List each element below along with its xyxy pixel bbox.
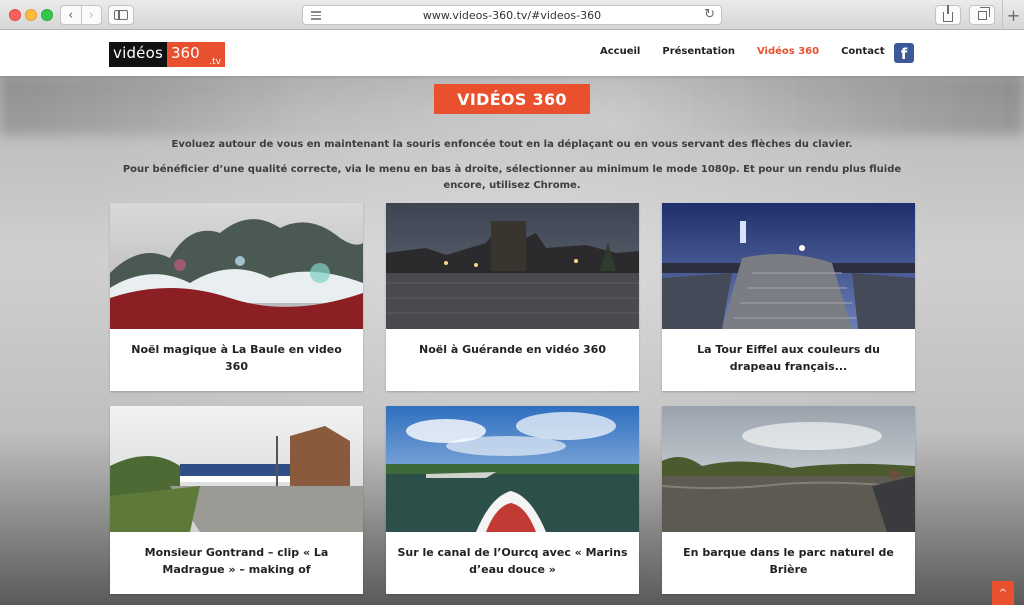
new-tab-icon[interactable]: + xyxy=(1002,0,1024,30)
nav-item-presentation[interactable]: Présentation xyxy=(662,46,735,57)
video-thumbnail[interactable] xyxy=(662,406,915,532)
video-title[interactable]: Noël magique à La Baule en video 360 xyxy=(120,341,353,375)
address-bar[interactable]: www.videos-360.tv/#videos-360 ↻ xyxy=(302,5,722,25)
video-card-noel-guerande[interactable]: Noël à Guérande en vidéo 360 xyxy=(386,203,639,391)
quality-tip-text: Pour bénéficier d’une qualité correcte, … xyxy=(122,164,902,191)
video-thumbnail[interactable] xyxy=(386,203,639,329)
video-card-monsieur-gontrand[interactable]: Monsieur Gontrand – clip « La Madrague »… xyxy=(110,406,363,594)
url-text: www.videos-360.tv/#videos-360 xyxy=(422,8,602,22)
facebook-icon[interactable]: f xyxy=(894,43,914,63)
video-card-canal-ourcq[interactable]: Sur le canal de l’Ourcq avec « Marins d’… xyxy=(386,406,639,594)
history-nav: ‹ › xyxy=(60,5,102,25)
logo-suffix: .tv xyxy=(209,57,221,67)
site-header: vidéos 360 .tv Accueil Présentation Vidé… xyxy=(0,30,1024,76)
video-thumbnail[interactable] xyxy=(110,406,363,532)
nav-item-videos-360[interactable]: Vidéos 360 xyxy=(757,46,819,57)
sidebar-icon xyxy=(114,10,128,20)
share-icon xyxy=(943,4,953,22)
video-card-tour-eiffel[interactable]: La Tour Eiffel aux couleurs du drapeau f… xyxy=(662,203,915,391)
video-title[interactable]: Monsieur Gontrand – clip « La Madrague »… xyxy=(120,544,353,578)
video-title[interactable]: Sur le canal de l’Ourcq avec « Marins d’… xyxy=(396,544,629,578)
back-icon[interactable]: ‹ xyxy=(61,6,81,24)
logo-number: 360 xyxy=(171,44,200,62)
video-title[interactable]: Noël à Guérande en vidéo 360 xyxy=(396,341,629,358)
video-thumbnail[interactable] xyxy=(662,203,915,329)
nav-item-contact[interactable]: Contact xyxy=(841,46,885,57)
logo-text-right: 360 .tv xyxy=(167,42,225,67)
video-card-barque-briere[interactable]: En barque dans le parc naturel de Brière xyxy=(662,406,915,594)
main-nav: Accueil Présentation Vidéos 360 Contact xyxy=(600,46,907,57)
forward-icon[interactable]: › xyxy=(80,6,102,24)
show-tabs-button[interactable] xyxy=(969,5,995,25)
share-button[interactable] xyxy=(935,4,961,25)
close-window-button[interactable] xyxy=(9,9,21,21)
video-thumbnail[interactable] xyxy=(110,203,363,329)
video-thumbnail[interactable] xyxy=(386,406,639,532)
sidebar-toggle-button[interactable] xyxy=(108,5,134,25)
reader-icon[interactable] xyxy=(311,11,321,22)
video-title[interactable]: En barque dans le parc naturel de Brière xyxy=(672,544,905,578)
video-title[interactable]: La Tour Eiffel aux couleurs du drapeau f… xyxy=(672,341,905,375)
zoom-window-button[interactable] xyxy=(41,9,53,21)
page-content: vidéos 360 .tv Accueil Présentation Vidé… xyxy=(0,30,1024,605)
site-logo[interactable]: vidéos 360 .tv xyxy=(109,42,225,67)
logo-text-left: vidéos xyxy=(109,42,167,67)
tabs-icon xyxy=(977,6,990,20)
scroll-to-top-button[interactable]: ^ xyxy=(992,581,1014,605)
minimize-window-button[interactable] xyxy=(25,9,37,21)
page-title: VIDÉOS 360 xyxy=(434,84,590,114)
browser-toolbar: ‹ › www.videos-360.tv/#videos-360 ↻ + xyxy=(0,0,1024,30)
intro-text: Evoluez autour de vous en maintenant la … xyxy=(171,139,853,150)
reload-icon[interactable]: ↻ xyxy=(704,7,715,22)
nav-item-accueil[interactable]: Accueil xyxy=(600,46,640,57)
video-card-noel-la-baule[interactable]: Noël magique à La Baule en video 360 xyxy=(110,203,363,391)
